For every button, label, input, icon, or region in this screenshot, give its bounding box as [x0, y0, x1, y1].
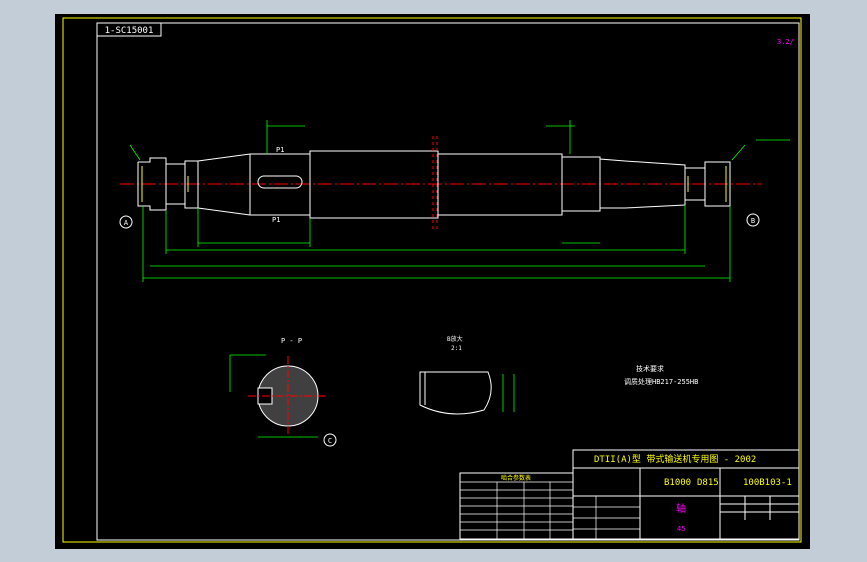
param-table: 啮合参数表 — [459, 472, 574, 540]
datum-b-label: B — [751, 217, 755, 225]
signature-block — [572, 495, 641, 540]
tech-note: 调质处理HB217-255HB — [624, 377, 698, 386]
section-label: P - P — [281, 337, 302, 345]
detail-label: B放大 — [447, 335, 463, 343]
param-table-header: 啮合参数表 — [501, 474, 531, 482]
detail-outline — [419, 371, 492, 415]
datum-a-label: A — [124, 219, 129, 227]
drawing-canvas: 1-SC15001 3.2/ A B P1 P1 P - P C B放大 2:1… — [62, 17, 802, 543]
drawing-no: 100B103-1 — [743, 478, 792, 488]
material: 45 — [677, 525, 685, 533]
code-box-text: 1-SC15001 — [105, 26, 154, 36]
spec-1: B1000 — [664, 478, 691, 488]
title-block: DTII(A)型 带式输送机专用图 - 2002 B1000 D815 100B… — [572, 449, 800, 540]
tech-title: 技术要求 — [636, 364, 664, 373]
detail-b: B放大 2:1 — [419, 335, 515, 415]
part-name: 轴 — [676, 502, 686, 515]
cad-viewport[interactable]: 1-SC15001 3.2/ A B P1 P1 P - P C B放大 2:1… — [0, 0, 867, 562]
dimension-lines — [129, 120, 790, 282]
spec-2: D815 — [697, 478, 719, 488]
title-text: DTII(A)型 带式输送机专用图 - 2002 — [594, 453, 756, 465]
shaft-main-view — [120, 136, 762, 232]
roughness-mark: 3.2/ — [777, 38, 794, 46]
p1-bottom-label: P1 — [272, 216, 280, 224]
datum-c-label: C — [328, 437, 332, 445]
section-p-p: P - P C — [229, 337, 337, 447]
leader — [129, 144, 141, 161]
leader — [731, 144, 746, 161]
p1-top-label: P1 — [276, 146, 284, 154]
detail-scale: 2:1 — [451, 345, 462, 352]
keyway — [257, 175, 303, 189]
